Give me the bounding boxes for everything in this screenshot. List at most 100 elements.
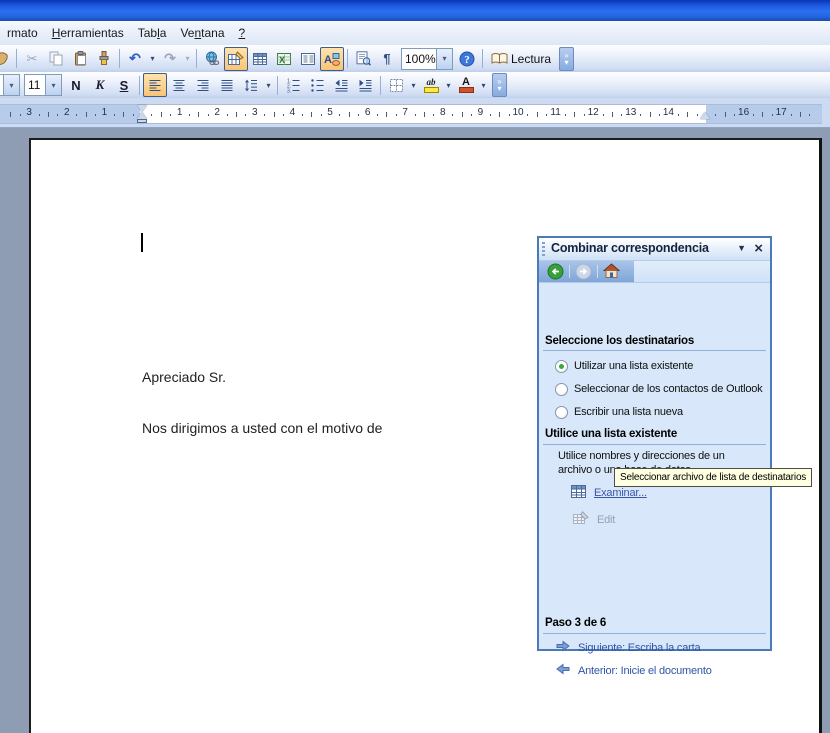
zoom-combo-arrow-icon[interactable]: ▾ (436, 49, 452, 69)
task-pane-header: Combinar correspondencia ▼ × (539, 238, 770, 261)
next-step-row: Siguiente: Escriba la carta (556, 640, 700, 655)
recipient-option-row[interactable]: Utilizar una lista existente (555, 357, 768, 375)
justify-button[interactable] (215, 73, 239, 97)
radio-button[interactable] (555, 406, 568, 419)
align-center-button[interactable] (167, 73, 191, 97)
ruler-dot (114, 114, 115, 116)
ruler-number: 14 (663, 107, 674, 118)
next-step-link[interactable]: Siguiente: Escriba la carta (578, 642, 700, 654)
line-spacing-dropdown[interactable]: ▾ (263, 74, 274, 96)
help-icon[interactable]: ? (455, 47, 479, 71)
recipient-option-row[interactable]: Seleccionar de los contactos de Outlook (555, 380, 768, 398)
insert-hyperlink-icon[interactable] (200, 47, 224, 71)
divider (543, 444, 766, 445)
task-pane-close-icon[interactable]: × (754, 238, 763, 259)
menu-item-herramientas[interactable]: Herramientas (45, 24, 131, 42)
font-color-dropdown[interactable]: ▾ (478, 74, 489, 96)
ruler-dot (95, 114, 96, 116)
menu-item-tabla[interactable]: Tabla (131, 24, 174, 42)
borders-button[interactable] (384, 73, 408, 97)
toolbar-separator (139, 76, 140, 95)
reading-mode-button[interactable]: Lectura (486, 47, 556, 71)
font-combo[interactable]: ▾ (0, 74, 20, 96)
columns-icon[interactable] (296, 47, 320, 71)
menu-item-ventana[interactable]: Ventana (173, 24, 231, 42)
font-size-combo-arrow-icon[interactable]: ▾ (45, 75, 61, 95)
existing-list-heading: Utilice una lista existente (545, 428, 677, 440)
tables-borders-icon[interactable] (224, 47, 248, 71)
svg-text:X: X (279, 55, 285, 65)
numbering-button[interactable]: 1.2.3. (281, 73, 305, 97)
highlight-dropdown[interactable]: ▾ (443, 74, 454, 96)
ruler-number: 3 (26, 107, 32, 118)
previous-step-link[interactable]: Anterior: Inicie el documento (578, 665, 712, 677)
bullets-button[interactable] (305, 73, 329, 97)
ruler-tick (725, 112, 726, 117)
copy-icon[interactable] (44, 47, 68, 71)
toolbar-options-standard[interactable]: »▾ (559, 47, 574, 71)
right-indent-marker[interactable] (700, 112, 710, 119)
font-color-button[interactable]: A (454, 73, 478, 97)
align-right-button[interactable] (191, 73, 215, 97)
insert-excel-icon[interactable]: X (272, 47, 296, 71)
ruler-dot (133, 114, 134, 116)
ruler-dot (20, 114, 21, 116)
ruler-tick (161, 112, 162, 117)
browse-link[interactable]: Examinar... (594, 487, 647, 499)
reading-mode-button-label: Lectura (511, 52, 551, 66)
recipient-option-row[interactable]: Escribir una lista nueva (555, 403, 768, 421)
line-spacing-button[interactable] (239, 73, 263, 97)
toolbar-options-formatting[interactable]: »▾ (492, 73, 507, 97)
ruler-tick (574, 112, 575, 117)
bold-button[interactable]: N (64, 73, 88, 97)
increase-indent-button[interactable] (353, 73, 377, 97)
previous-step-row: Anterior: Inicie el documento (556, 663, 712, 678)
radio-button[interactable] (555, 383, 568, 396)
menu-item-rmato[interactable]: rmato (0, 24, 45, 42)
font-combo-arrow-icon[interactable]: ▾ (3, 75, 19, 95)
first-line-indent-marker[interactable] (137, 105, 147, 112)
decrease-indent-button[interactable] (329, 73, 353, 97)
ruler-dot (603, 114, 604, 116)
ruler-dot (39, 114, 40, 116)
ruler-number: 5 (327, 107, 333, 118)
paste-icon[interactable] (68, 47, 92, 71)
show-hide-pilcrow-icon[interactable]: ¶ (375, 47, 399, 71)
ruler-number: 8 (440, 107, 446, 118)
radio-button[interactable] (555, 360, 568, 373)
task-pane-dropdown-icon[interactable]: ▼ (737, 243, 746, 253)
clipped-icon[interactable] (0, 47, 13, 71)
ruler-number: 1 (102, 107, 108, 118)
ruler-dot (227, 114, 228, 116)
italic-button[interactable]: K (88, 73, 112, 97)
ruler-number: 2 (214, 107, 220, 118)
font-size-combo[interactable]: 11▾ (24, 74, 62, 96)
next-arrow-icon (556, 640, 570, 655)
redo-dropdown[interactable]: ▾ (182, 48, 193, 70)
undo-icon[interactable]: ↶ (123, 47, 147, 71)
ruler-dot (151, 114, 152, 116)
cut-icon[interactable]: ✂ (20, 47, 44, 71)
document-map-icon[interactable] (351, 47, 375, 71)
menu-bar: rmatoHerramientasTablaVentana? (0, 21, 830, 46)
left-indent-marker[interactable] (137, 119, 147, 123)
redo-icon[interactable]: ↷ (158, 47, 182, 71)
insert-table-icon[interactable] (248, 47, 272, 71)
document-paragraph: Nos dirigimos a usted con el motivo de (142, 420, 382, 436)
recipients-heading: Seleccione los destinatarios (545, 335, 694, 347)
drawing-icon[interactable]: A (320, 47, 344, 71)
ruler-tick (86, 112, 87, 117)
task-pane-grip[interactable] (542, 242, 545, 256)
edit-list-link[interactable]: Edit (597, 514, 615, 526)
undo-dropdown[interactable]: ▾ (147, 48, 158, 70)
borders-dropdown[interactable]: ▾ (408, 74, 419, 96)
menu-item-?[interactable]: ? (232, 24, 253, 42)
format-painter-icon[interactable] (92, 47, 116, 71)
underline-button[interactable]: S (112, 73, 136, 97)
hanging-indent-marker[interactable] (137, 112, 147, 119)
zoom-combo[interactable]: 100%▾ (401, 48, 453, 70)
align-left-button[interactable] (143, 73, 167, 97)
toolbar-separator (347, 49, 348, 68)
highlight-button[interactable]: ab (419, 73, 443, 97)
tooltip: Seleccionar archivo de lista de destinat… (614, 468, 812, 487)
